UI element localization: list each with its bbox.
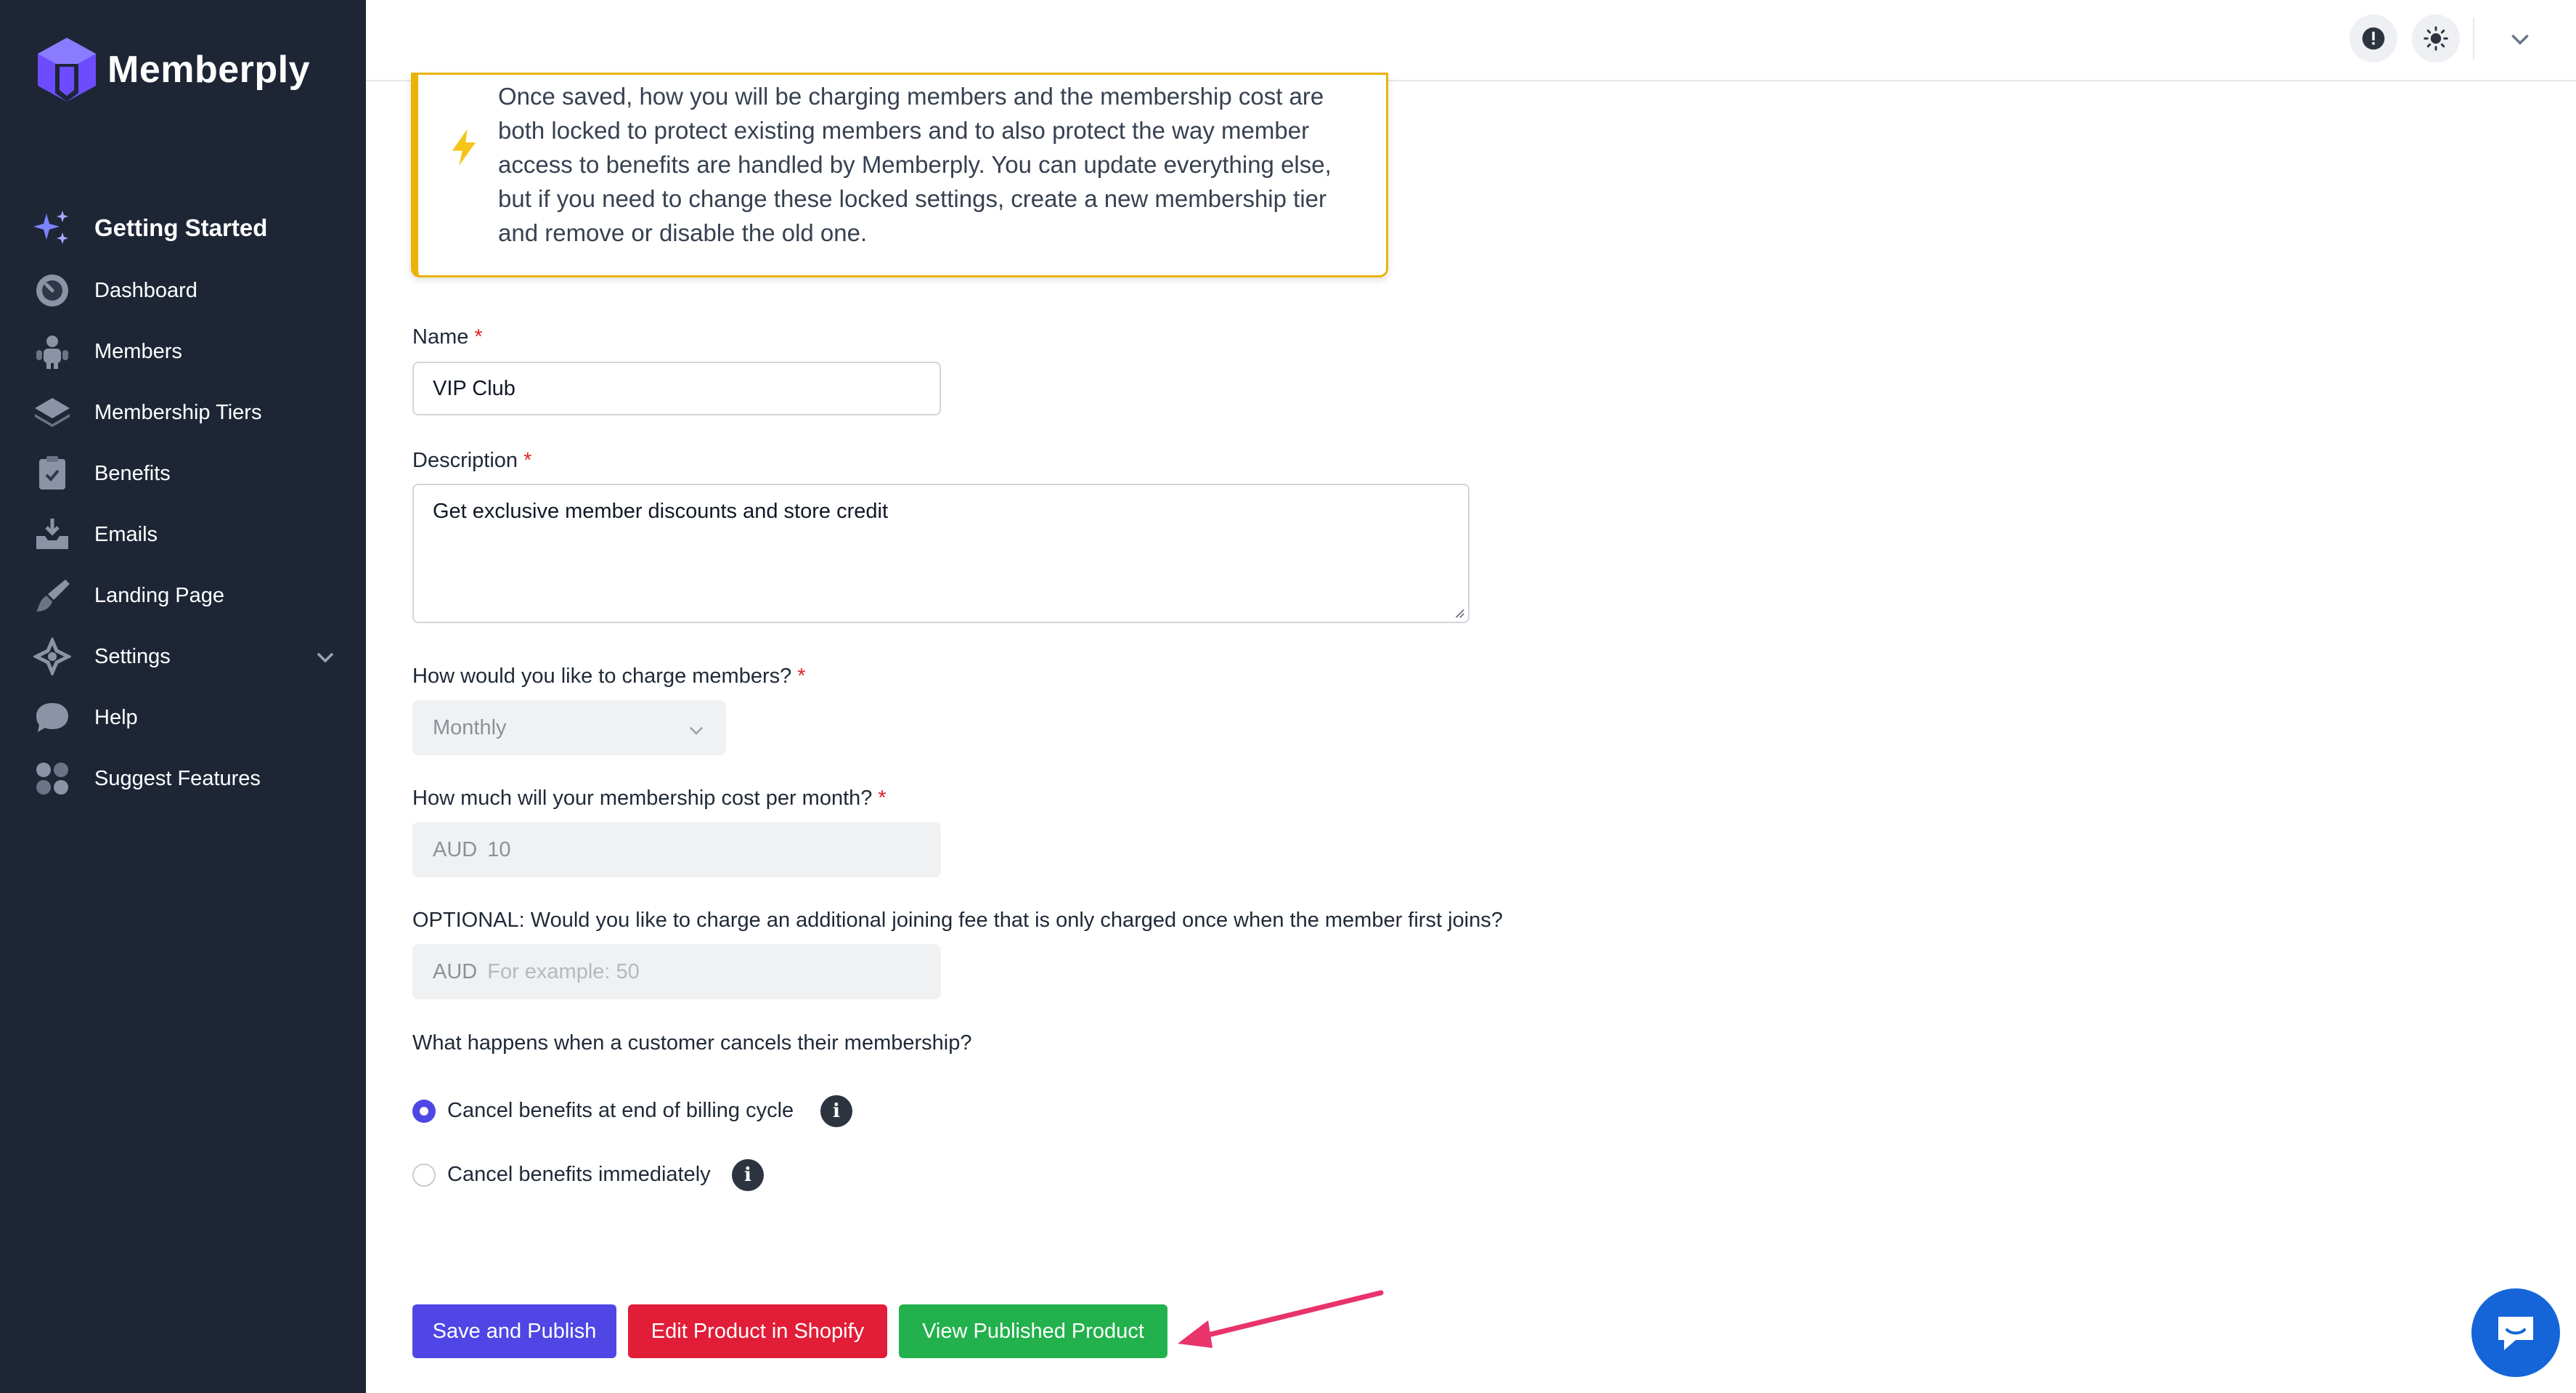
description-textarea[interactable]: Get exclusive member discounts and store… bbox=[412, 484, 1470, 623]
sidebar-item-label: Dashboard bbox=[94, 278, 197, 302]
sidebar-item-label: Membership Tiers bbox=[94, 400, 262, 424]
cancel-end-of-cycle-label[interactable]: Cancel benefits at end of billing cycle bbox=[447, 1099, 794, 1123]
chevron-down-icon[interactable] bbox=[314, 645, 337, 668]
sidebar-item-label: Help bbox=[94, 705, 138, 729]
sidebar-item-dashboard[interactable]: Dashboard bbox=[32, 269, 337, 312]
gauge-icon bbox=[32, 270, 73, 311]
lightning-icon bbox=[452, 129, 476, 166]
sidebar-item-benefits[interactable]: Benefits bbox=[32, 452, 337, 495]
sun-icon bbox=[2424, 26, 2448, 51]
sparkles-icon bbox=[32, 208, 73, 248]
users-icon bbox=[32, 331, 73, 372]
locked-settings-alert: Once saved, how you will be charging mem… bbox=[411, 73, 1388, 277]
sidebar-item-membership-tiers[interactable]: Membership Tiers bbox=[32, 391, 337, 434]
sidebar-item-members[interactable]: Members bbox=[32, 330, 337, 373]
description-label: Description * bbox=[412, 449, 532, 472]
sidebar-item-emails[interactable]: Emails bbox=[32, 513, 337, 556]
layers-icon bbox=[32, 392, 73, 433]
sidebar-item-label: Settings bbox=[94, 644, 171, 668]
sidebar-item-label: Landing Page bbox=[94, 583, 224, 607]
annotation-arrow-icon bbox=[1178, 1290, 1384, 1348]
info-icon[interactable]: i bbox=[732, 1159, 764, 1191]
sidebar-item-label: Members bbox=[94, 339, 182, 363]
chat-icon bbox=[2498, 1317, 2533, 1350]
cancel-policy-label: What happens when a customer cancels the… bbox=[412, 1031, 972, 1055]
alert-button[interactable] bbox=[2349, 15, 2397, 62]
save-and-publish-button[interactable]: Save and Publish bbox=[412, 1304, 616, 1358]
brand-name: Memberply bbox=[107, 49, 311, 91]
settings-icon bbox=[32, 636, 73, 677]
sidebar-item-label: Benefits bbox=[94, 461, 171, 485]
theme-toggle-button[interactable] bbox=[2412, 15, 2460, 62]
grid-dots-icon bbox=[32, 758, 73, 799]
sidebar-item-label: Suggest Features bbox=[94, 766, 261, 790]
brush-icon bbox=[32, 575, 73, 616]
sidebar: Memberply Getting Started Dashboard Memb… bbox=[0, 0, 366, 1393]
sidebar-item-label: Getting Started bbox=[94, 214, 268, 241]
chevron-down-icon bbox=[689, 726, 704, 735]
topbar-divider bbox=[2473, 17, 2474, 60]
exclamation-icon bbox=[2362, 27, 2385, 50]
view-published-product-button[interactable]: View Published Product bbox=[899, 1304, 1167, 1358]
cancel-end-of-cycle-radio[interactable] bbox=[412, 1100, 436, 1123]
clipboard-check-icon bbox=[32, 453, 73, 494]
info-icon[interactable]: i bbox=[820, 1095, 852, 1127]
name-label: Name * bbox=[412, 325, 483, 349]
sidebar-item-label: Emails bbox=[94, 522, 158, 546]
charge-label: How would you like to charge members? * bbox=[412, 665, 806, 688]
cancel-immediately-radio[interactable] bbox=[412, 1163, 436, 1187]
charge-frequency-select[interactable]: Monthly bbox=[412, 700, 726, 755]
sidebar-item-getting-started[interactable]: Getting Started bbox=[32, 206, 337, 250]
joining-fee-input[interactable]: AUD For example: 50 bbox=[412, 944, 941, 999]
sidebar-item-suggest-features[interactable]: Suggest Features bbox=[32, 757, 337, 800]
cancel-immediately-label[interactable]: Cancel benefits immediately bbox=[447, 1163, 711, 1187]
chat-widget-button[interactable] bbox=[2471, 1288, 2560, 1377]
joining-fee-label: OPTIONAL: Would you like to charge an ad… bbox=[412, 909, 1503, 932]
sidebar-item-landing-page[interactable]: Landing Page bbox=[32, 574, 337, 617]
brand-logo[interactable]: Memberply bbox=[35, 35, 310, 105]
cost-label: How much will your membership cost per m… bbox=[412, 787, 886, 810]
inbox-icon bbox=[32, 514, 73, 555]
resize-handle-icon[interactable] bbox=[1452, 606, 1465, 619]
edit-product-in-shopify-button[interactable]: Edit Product in Shopify bbox=[628, 1304, 887, 1358]
name-input[interactable]: VIP Club bbox=[412, 362, 941, 415]
chat-bubble-icon bbox=[32, 697, 73, 738]
memberply-logo-icon bbox=[38, 38, 96, 102]
cost-input[interactable]: AUD 10 bbox=[412, 822, 941, 877]
sidebar-item-settings[interactable]: Settings bbox=[32, 635, 337, 678]
sidebar-item-help[interactable]: Help bbox=[32, 696, 337, 739]
top-bar bbox=[366, 0, 2576, 81]
account-menu-chevron-icon[interactable] bbox=[2508, 26, 2532, 51]
alert-text: Once saved, how you will be charging mem… bbox=[498, 83, 1332, 246]
